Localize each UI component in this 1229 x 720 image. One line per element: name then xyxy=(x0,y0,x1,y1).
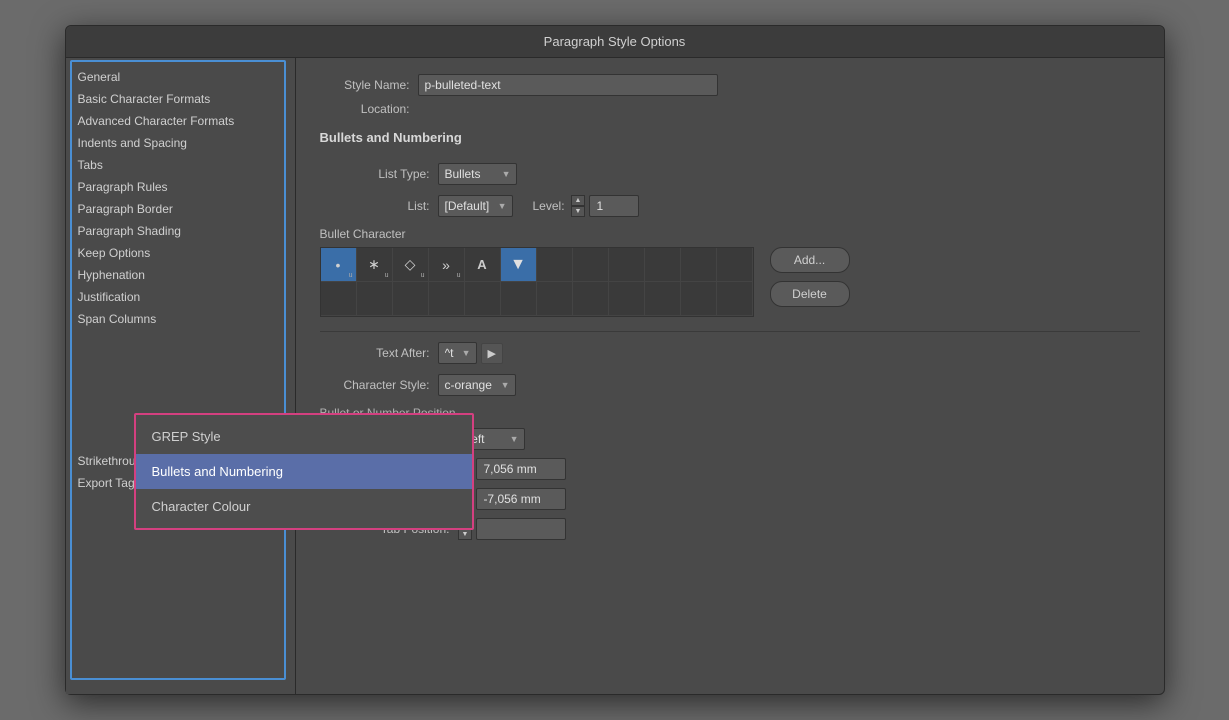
bullet-cell-0[interactable]: • u xyxy=(321,248,357,282)
bullet-cell-6[interactable] xyxy=(537,248,573,282)
sidebar-item-indents-spacing[interactable]: Indents and Spacing xyxy=(66,132,295,154)
bullet-cell-19[interactable] xyxy=(573,282,609,316)
first-line-indent-input[interactable] xyxy=(476,488,566,510)
bullet-cell-23[interactable] xyxy=(717,282,753,316)
level-spinner-buttons: ▲ ▼ xyxy=(571,195,586,217)
style-name-label: Style Name: xyxy=(320,78,410,92)
location-label: Location: xyxy=(320,102,410,116)
sidebar-item-keep-options[interactable]: Keep Options xyxy=(66,242,295,264)
list-type-label: List Type: xyxy=(320,167,430,181)
bullet-char-title: Bullet Character xyxy=(320,227,1140,241)
bullets-numbering-title: Bullets and Numbering xyxy=(320,130,1140,149)
popup-item-grep-style[interactable]: GREP Style xyxy=(136,419,472,454)
bullet-side-buttons: Add... Delete xyxy=(770,247,850,307)
sidebar-item-hyphenation[interactable]: Hyphenation xyxy=(66,264,295,286)
tab-position-spin-down[interactable]: ▼ xyxy=(458,529,473,540)
add-button[interactable]: Add... xyxy=(770,247,850,273)
bullet-char-grid: • u ∗ u ◇ u » u xyxy=(320,247,754,317)
bullet-cell-9[interactable] xyxy=(645,248,681,282)
sidebar-item-general[interactable]: General xyxy=(66,66,295,88)
popup-item-bullets-numbering[interactable]: Bullets and Numbering xyxy=(136,454,472,489)
sidebar-item-advanced-char[interactable]: Advanced Character Formats xyxy=(66,110,295,132)
level-label: Level: xyxy=(533,199,565,213)
bullet-cell-7[interactable] xyxy=(573,248,609,282)
level-spinner: ▲ ▼ xyxy=(571,195,640,217)
first-line-indent-spinner: ▲ ▼ xyxy=(458,488,567,510)
dialog-titlebar: Paragraph Style Options xyxy=(66,26,1164,58)
style-name-row: Style Name: xyxy=(320,74,1140,96)
tab-position-input[interactable] xyxy=(476,518,566,540)
bullet-cell-3[interactable]: » u xyxy=(429,248,465,282)
bullet-cell-10[interactable] xyxy=(681,248,717,282)
char-style-select[interactable]: c-orange [None] xyxy=(438,374,516,396)
delete-button[interactable]: Delete xyxy=(770,281,850,307)
sidebar-item-justification[interactable]: Justification xyxy=(66,286,295,308)
bullet-char-section: Bullet Character • u ∗ u ◇ xyxy=(320,227,1140,317)
text-after-label: Text After: xyxy=(320,346,430,360)
dialog-title: Paragraph Style Options xyxy=(544,34,686,49)
tab-position-spinner: ▲ ▼ xyxy=(458,518,567,540)
bullet-cell-22[interactable] xyxy=(681,282,717,316)
sidebar-item-paragraph-border[interactable]: Paragraph Border xyxy=(66,198,295,220)
bullet-cell-5[interactable]: ▼ xyxy=(501,248,537,282)
list-type-select-wrapper: Bullets Numbers None xyxy=(438,163,517,185)
bullet-cell-20[interactable] xyxy=(609,282,645,316)
paragraph-style-options-dialog: Paragraph Style Options General Basic Ch… xyxy=(65,25,1165,695)
bullet-cell-16[interactable] xyxy=(465,282,501,316)
bullet-cell-18[interactable] xyxy=(537,282,573,316)
sidebar-item-paragraph-rules[interactable]: Paragraph Rules xyxy=(66,176,295,198)
popup-item-character-colour[interactable]: Character Colour xyxy=(136,489,472,524)
list-label: List: xyxy=(320,199,430,213)
list-level-row: List: [Default] Level: ▲ ▼ xyxy=(320,195,1140,217)
sidebar-item-span-columns[interactable]: Span Columns xyxy=(66,308,295,330)
bullet-cell-21[interactable] xyxy=(645,282,681,316)
level-spin-up[interactable]: ▲ xyxy=(571,195,586,206)
left-indent-input[interactable] xyxy=(476,458,566,480)
bullet-grid-row: • u ∗ u ◇ u » u xyxy=(320,247,1140,317)
list-select-wrapper: [Default] xyxy=(438,195,513,217)
char-style-row: Character Style: c-orange [None] xyxy=(320,374,1140,396)
text-after-arrow-btn[interactable]: ▶ xyxy=(481,343,503,364)
char-style-select-wrapper: c-orange [None] xyxy=(438,374,516,396)
bullet-cell-8[interactable] xyxy=(609,248,645,282)
sidebar-item-basic-char[interactable]: Basic Character Formats xyxy=(66,88,295,110)
level-row: Level: ▲ ▼ xyxy=(533,195,640,217)
bullet-cell-4[interactable]: A xyxy=(465,248,501,282)
sidebar-item-paragraph-shading[interactable]: Paragraph Shading xyxy=(66,220,295,242)
level-input[interactable] xyxy=(589,195,639,217)
bullet-cell-17[interactable] xyxy=(501,282,537,316)
bullet-cell-14[interactable] xyxy=(393,282,429,316)
list-type-select[interactable]: Bullets Numbers None xyxy=(438,163,517,185)
sidebar-item-tabs[interactable]: Tabs xyxy=(66,154,295,176)
sidebar: General Basic Character Formats Advanced… xyxy=(66,58,296,694)
bullet-cell-2[interactable]: ◇ u xyxy=(393,248,429,282)
list-type-row: List Type: Bullets Numbers None xyxy=(320,163,1140,185)
level-spin-down[interactable]: ▼ xyxy=(571,206,586,217)
bullet-cell-13[interactable] xyxy=(357,282,393,316)
dialog-body: General Basic Character Formats Advanced… xyxy=(66,58,1164,694)
bullet-cell-1[interactable]: ∗ u xyxy=(357,248,393,282)
left-indent-spinner: ▲ ▼ xyxy=(458,458,567,480)
text-after-row: Text After: ^t ▶ xyxy=(320,342,1140,364)
list-select[interactable]: [Default] xyxy=(438,195,513,217)
main-content: Style Name: Location: Bullets and Number… xyxy=(296,58,1164,694)
bullet-cell-12[interactable] xyxy=(321,282,357,316)
location-row: Location: xyxy=(320,102,1140,116)
style-name-input[interactable] xyxy=(418,74,718,96)
text-after-select-wrapper: ^t xyxy=(438,342,477,364)
char-style-label: Character Style: xyxy=(320,378,430,392)
text-after-select[interactable]: ^t xyxy=(438,342,477,364)
bullet-cell-15[interactable] xyxy=(429,282,465,316)
popup-group: GREP Style Bullets and Numbering Charact… xyxy=(134,413,474,530)
bullet-cell-11[interactable] xyxy=(717,248,753,282)
divider xyxy=(320,331,1140,332)
